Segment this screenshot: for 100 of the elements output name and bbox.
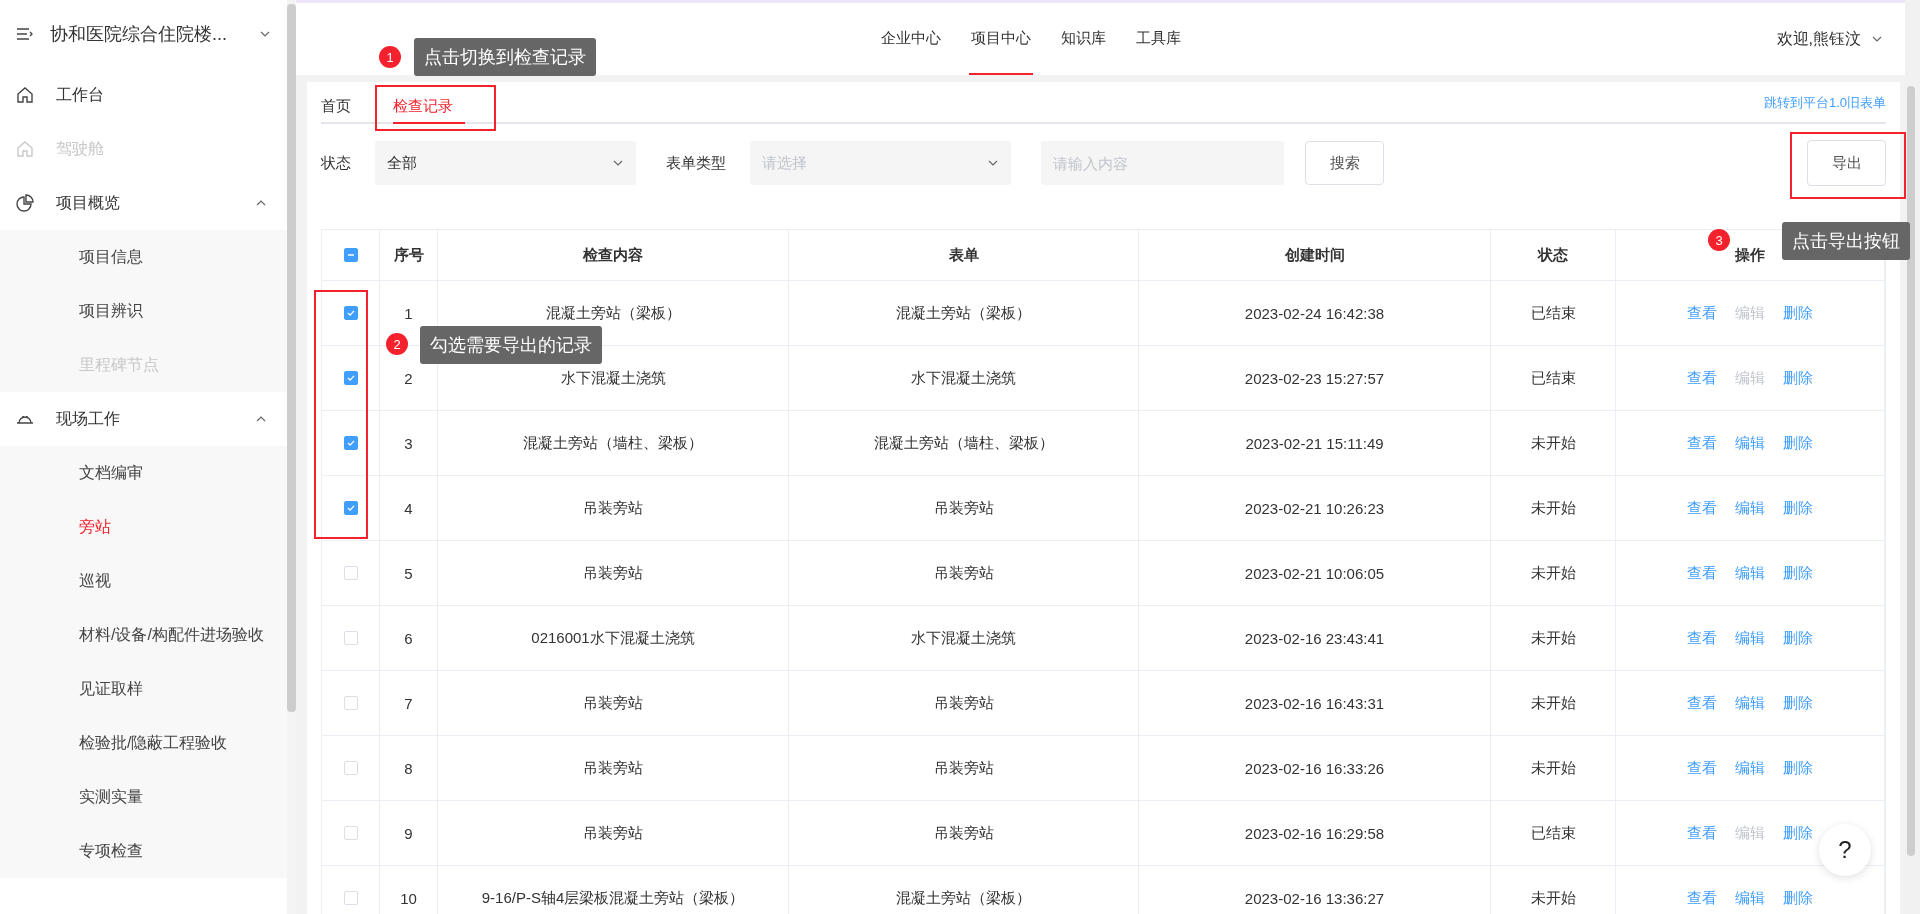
table-cell: 9-16/P-S轴4层梁板混凝土旁站（梁板） (438, 866, 789, 914)
sidebar-subitem[interactable]: 实测实量 (0, 770, 287, 824)
column-header: 创建时间 (1139, 230, 1491, 281)
sidebar-subitem[interactable]: 材料/设备/构配件进场验收 (0, 608, 287, 662)
scrollbar-thumb[interactable] (287, 4, 296, 712)
page-tab[interactable]: 检查记录 (393, 97, 465, 124)
checkbox[interactable] (343, 436, 358, 450)
user-greeting[interactable]: 欢迎,熊钰汶 (1776, 28, 1861, 50)
row-action-link[interactable]: 查看 (1687, 758, 1717, 778)
table-cell: 2023-02-21 15:11:49 (1139, 411, 1491, 476)
table-cell: 10 (380, 866, 438, 914)
row-action-link[interactable]: 删除 (1783, 758, 1813, 778)
table-cell: 未开始 (1491, 476, 1616, 541)
table-cell: 未开始 (1491, 736, 1616, 801)
table-cell: 已结束 (1491, 346, 1616, 411)
row-action-link[interactable]: 查看 (1687, 823, 1717, 843)
export-button[interactable]: 导出 (1807, 140, 1886, 186)
row-action-link[interactable]: 删除 (1783, 628, 1813, 648)
status-select[interactable]: 全部 (375, 141, 636, 185)
row-action-link[interactable]: 删除 (1783, 433, 1813, 453)
table-cell: 吊装旁站 (438, 801, 789, 866)
table-cell: 2023-02-21 10:26:23 (1139, 476, 1491, 541)
table-cell: 2023-02-16 16:43:31 (1139, 671, 1491, 736)
row-action-link[interactable]: 删除 (1783, 498, 1813, 518)
page-tab[interactable]: 首页 (321, 97, 363, 124)
table-cell: 2023-02-16 23:43:41 (1139, 606, 1491, 671)
scrollbar-thumb[interactable] (1907, 86, 1915, 856)
row-action-link[interactable]: 删除 (1783, 823, 1813, 843)
menu-icon[interactable] (16, 25, 34, 43)
row-action-link[interactable]: 编辑 (1735, 498, 1765, 518)
row-action-link[interactable]: 编辑 (1735, 888, 1765, 908)
row-action-link[interactable]: 查看 (1687, 433, 1717, 453)
sidebar-subitem[interactable]: 专项检查 (0, 824, 287, 878)
row-action-link[interactable]: 编辑 (1735, 563, 1765, 583)
checkbox[interactable] (343, 501, 358, 515)
sidebar-subitem[interactable]: 巡视 (0, 554, 287, 608)
table-cell: 2023-02-16 13:36:27 (1139, 866, 1491, 914)
row-action-link[interactable]: 删除 (1783, 303, 1813, 323)
instruction-tooltip: 点击切换到检查记录 (414, 38, 596, 76)
filter-label: 表单类型 (666, 153, 726, 173)
column-header: 检查内容 (438, 230, 789, 281)
row-action-link[interactable]: 查看 (1687, 628, 1717, 648)
table-cell: 2023-02-23 15:27:57 (1139, 346, 1491, 411)
sidebar-item[interactable]: 工作台 (0, 68, 287, 122)
sidebar-subitem[interactable]: 旁站 (0, 500, 287, 554)
checkbox[interactable] (343, 248, 358, 262)
table-cell: 未开始 (1491, 671, 1616, 736)
home-icon (16, 86, 34, 104)
table-cell: 7 (380, 671, 438, 736)
sidebar-subitem[interactable]: 项目辨识 (0, 284, 287, 338)
table-cell: 2023-02-16 16:29:58 (1139, 801, 1491, 866)
nav-tab[interactable]: 项目中心 (969, 3, 1033, 75)
sidebar-subitem[interactable]: 检验批/隐蔽工程验收 (0, 716, 287, 770)
legacy-form-link[interactable]: 跳转到平台1.0旧表单 (1763, 94, 1886, 122)
table-cell: 混凝土旁站（梁板） (789, 866, 1139, 914)
nav-tab[interactable]: 知识库 (1059, 3, 1108, 75)
row-action-link[interactable]: 查看 (1687, 888, 1717, 908)
sidebar-group[interactable]: 现场工作 (0, 392, 287, 446)
row-action-link[interactable]: 查看 (1687, 563, 1717, 583)
table-cell: 混凝土旁站（梁板） (789, 281, 1139, 346)
row-action-link[interactable]: 编辑 (1735, 433, 1765, 453)
sidebar-group[interactable]: 项目概览 (0, 176, 287, 230)
row-action-link[interactable]: 删除 (1783, 888, 1813, 908)
table-cell: 3 (380, 411, 438, 476)
table-cell: 2023-02-16 16:33:26 (1139, 736, 1491, 801)
row-action-link[interactable]: 删除 (1783, 693, 1813, 713)
table-cell: 混凝土旁站（墙柱、梁板） (789, 411, 1139, 476)
table-cell: 混凝土旁站（墙柱、梁板） (438, 411, 789, 476)
checkbox[interactable] (343, 306, 358, 320)
row-action-link[interactable]: 删除 (1783, 368, 1813, 388)
table-cell: 未开始 (1491, 866, 1616, 914)
row-action-link[interactable]: 编辑 (1735, 693, 1765, 713)
search-button[interactable]: 搜索 (1305, 141, 1384, 185)
nav-tab[interactable]: 企业中心 (879, 3, 943, 75)
table-cell: 吊装旁站 (789, 801, 1139, 866)
filter-label: 状态 (321, 153, 351, 173)
row-action-link[interactable]: 编辑 (1735, 758, 1765, 778)
sidebar-subitem[interactable]: 项目信息 (0, 230, 287, 284)
table-cell: 未开始 (1491, 606, 1616, 671)
table-cell: 未开始 (1491, 541, 1616, 606)
row-action-link[interactable]: 查看 (1687, 498, 1717, 518)
table-cell: 2023-02-24 16:42:38 (1139, 281, 1491, 346)
row-action-link[interactable]: 查看 (1687, 303, 1717, 323)
table-cell: 水下混凝土浇筑 (789, 606, 1139, 671)
sidebar-subitem[interactable]: 文档编审 (0, 446, 287, 500)
table-cell: 吊装旁站 (789, 476, 1139, 541)
row-action-link[interactable]: 删除 (1783, 563, 1813, 583)
row-action-link[interactable]: 编辑 (1735, 628, 1765, 648)
table-cell: 4 (380, 476, 438, 541)
sidebar-subitem[interactable]: 见证取样 (0, 662, 287, 716)
table-cell: 水下混凝土浇筑 (789, 346, 1139, 411)
table-cell: 吊装旁站 (789, 671, 1139, 736)
row-action-link[interactable]: 查看 (1687, 693, 1717, 713)
project-name[interactable]: 协和医院综合住院楼... (50, 22, 243, 46)
table-cell: 吊装旁站 (438, 476, 789, 541)
column-header: 表单 (789, 230, 1139, 281)
row-action-link[interactable]: 查看 (1687, 368, 1717, 388)
nav-tab[interactable]: 工具库 (1134, 3, 1183, 75)
checkbox[interactable] (343, 371, 358, 385)
table-cell: 吊装旁站 (438, 541, 789, 606)
